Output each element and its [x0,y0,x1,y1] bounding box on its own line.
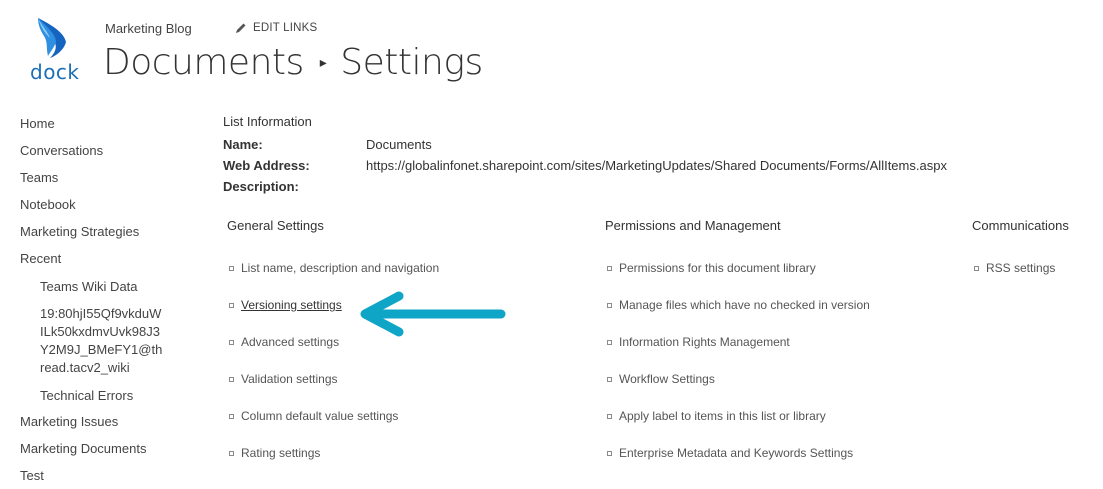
general-link-column-default[interactable]: Column default value settings [227,409,439,446]
web-address-row: Web Address: https://globalinfonet.share… [223,158,947,179]
nav-recent-teams-wiki-data[interactable]: Teams Wiki Data [20,278,190,305]
bullet-icon [229,303,234,308]
bullet-icon [607,340,612,345]
nav-item-test[interactable]: Test [20,468,190,489]
general-link-rating[interactable]: Rating settings [227,446,439,483]
bullet-icon [607,451,612,456]
bullet-icon [229,266,234,271]
web-address-value: https://globalinfonet.sharepoint.com/sit… [366,158,947,173]
bullet-icon [229,377,234,382]
general-link-advanced[interactable]: Advanced settings [227,335,439,372]
description-label: Description: [223,179,299,194]
annotation-arrow-icon [360,291,506,337]
pencil-icon [236,23,246,33]
bullet-icon [229,414,234,419]
list-name-label: Name: [223,137,263,152]
nav-recent-thread-wiki[interactable]: 19:80hjI55Qf9vkduWILk50kxdmvUvk98J3Y2M9J… [20,305,165,377]
bullet-icon [607,303,612,308]
perm-link-workflow[interactable]: Workflow Settings [605,372,870,409]
perm-link-apply-label[interactable]: Apply label to items in this list or lib… [605,409,870,446]
bullet-icon [607,414,612,419]
edit-links-label: EDIT LINKS [253,22,318,34]
communications-header: Communications [972,218,1069,233]
perm-link-metadata[interactable]: Enterprise Metadata and Keywords Setting… [605,446,870,483]
dock-logo-text: dock [30,60,80,84]
nav-item-marketing-strategies[interactable]: Marketing Strategies [20,224,190,251]
dock-logo-icon [38,18,66,58]
bullet-icon [607,266,612,271]
comm-link-rss[interactable]: RSS settings [972,261,1069,298]
nav-item-marketing-documents[interactable]: Marketing Documents [20,441,190,468]
web-address-label: Web Address: [223,158,310,173]
nav-item-recent[interactable]: Recent [20,251,190,278]
permissions-header: Permissions and Management [605,218,781,233]
perm-link-manage-files[interactable]: Manage files which have no checked in ve… [605,298,870,335]
breadcrumb-parent-link[interactable]: Documents [103,42,304,83]
bullet-icon [974,266,979,271]
perm-link-irm[interactable]: Information Rights Management [605,335,870,372]
quick-launch-nav: Home Conversations Teams Notebook Market… [20,116,190,489]
perm-link-permissions[interactable]: Permissions for this document library [605,261,870,298]
nav-item-conversations[interactable]: Conversations [20,143,190,170]
nav-recent-technical-errors[interactable]: Technical Errors [20,387,190,414]
breadcrumb-current: Settings [340,42,483,83]
page-title: Documents ▸ Settings [103,42,483,83]
general-link-validation[interactable]: Validation settings [227,372,439,409]
bullet-icon [229,451,234,456]
nav-item-home[interactable]: Home [20,116,190,143]
nav-item-teams[interactable]: Teams [20,170,190,197]
edit-links-button[interactable]: EDIT LINKS [235,22,317,34]
dock-logo[interactable]: dock [28,16,80,84]
communications-section: Communications RSS settings [972,218,1069,298]
permissions-section: Permissions and Management Permissions f… [605,218,870,483]
list-name-row: Name: Documents [223,137,947,158]
bullet-icon [229,340,234,345]
general-settings-header: General Settings [227,218,324,233]
site-title-link[interactable]: Marketing Blog [105,21,192,36]
nav-item-marketing-issues[interactable]: Marketing Issues [20,414,190,441]
list-information-header: List Information [223,114,312,129]
general-settings-section: General Settings List name, description … [227,218,439,483]
list-information: List Information Name: Documents Web Add… [223,114,947,200]
nav-item-notebook[interactable]: Notebook [20,197,190,224]
bullet-icon [607,377,612,382]
description-row: Description: [223,179,947,200]
list-name-value: Documents [366,137,432,152]
breadcrumb-separator-icon: ▸ [319,54,327,71]
